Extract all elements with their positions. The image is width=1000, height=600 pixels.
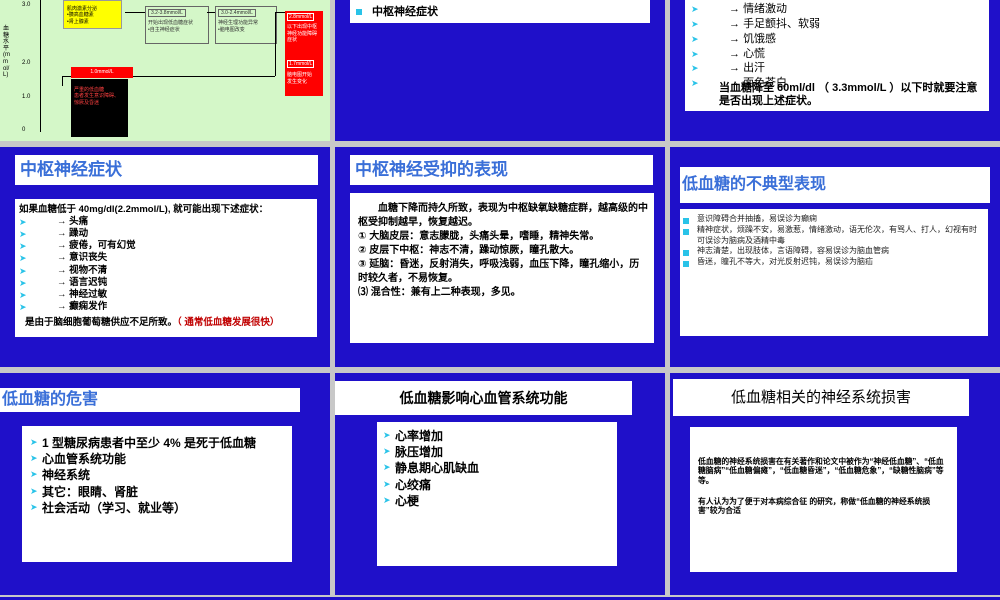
symptom-item: → 疲倦，可有幻觉 bbox=[19, 240, 317, 253]
red-text: 脑电图开始 bbox=[287, 72, 313, 79]
cause-note: 是由于脑细胞葡萄糖供应不足所致。（ 通常低血糖发展很快） bbox=[25, 317, 280, 329]
slide-title: 低血糖的不典型表现 bbox=[680, 167, 990, 203]
symptom-item: → 情绪激动 bbox=[691, 2, 989, 17]
red-text: 神经功能障碍 bbox=[287, 30, 318, 37]
stage-range: 3.0-2.4mmol/L bbox=[218, 9, 256, 18]
stage-box-autonomic: 3.2-3.8mmol/L 开始出现低血糖症状 •自主神经症状 bbox=[145, 6, 209, 44]
symptom-item: → 心慌 bbox=[691, 47, 989, 62]
symptom-item: → 饥饿感 bbox=[691, 32, 989, 47]
connector-line bbox=[207, 12, 215, 13]
cardio-item: 静息期心肌缺血 bbox=[383, 460, 617, 476]
cardio-item: 心率增加 bbox=[383, 428, 617, 444]
connector-line bbox=[275, 12, 276, 76]
harm-item: 社会活动（学习、就业等） bbox=[30, 500, 292, 516]
paragraph: ② 皮层下中枢：神志不清，躁动惊厥，瞳孔散大。 bbox=[358, 245, 580, 256]
red-range: 1.7mmol/L bbox=[287, 60, 315, 69]
cardio-item: 心绞痛 bbox=[383, 477, 617, 493]
content-box: → 情绪激动 → 手足颤抖、软弱 → 饥饿感 → 心慌 → 出汗 → 面色苍白 … bbox=[685, 0, 989, 111]
paragraph: 低血糖的神经系统损害在有关著作和论文中被作为“神经低血糖”、“低血糖脑病”“低血… bbox=[698, 457, 944, 485]
content-box: 如果血糖低于 40mg/dl(2.2mmol/L), 就可能出现下述症状： → … bbox=[15, 199, 317, 337]
hormone-box: 肌肉激素分泌 •胰高血糖素 •肾上腺素 bbox=[63, 0, 122, 29]
harm-item: 1 型糖尿病患者中至少 4% 是死于低血糖 bbox=[30, 435, 292, 451]
slide-3-thumbnail[interactable]: → 情绪激动 → 手足颤抖、软弱 → 饥饿感 → 心慌 → 出汗 → 面色苍白 … bbox=[670, 0, 1000, 141]
y-tick-1: 1.0 bbox=[22, 94, 31, 100]
content-box: 血糖下降而持久所致，表现为中枢缺氧缺糖症群，越高级的中枢受抑制越早，恢复越迟。 … bbox=[350, 193, 654, 343]
symptom-item: → 视物不清 bbox=[19, 265, 317, 278]
symptom-item: → 意识丧失 bbox=[19, 252, 317, 265]
bullet-item: 中枢神经症状 bbox=[356, 5, 650, 20]
content-box: 意识障碍合并抽搐，易误诊为癫痫 精神症状，烦躁不安，易激惹，情绪激动，语无伦次，… bbox=[680, 209, 988, 336]
y-tick-3: 3.0 bbox=[22, 2, 31, 8]
connector-line bbox=[275, 12, 285, 13]
symptom-item: → 神经过敏 bbox=[19, 289, 317, 302]
slide-title: 中枢神经受抑的表现 bbox=[350, 155, 653, 185]
y-axis-line bbox=[40, 0, 41, 132]
stage-text: 神经生理功能异常 bbox=[218, 20, 259, 27]
slide-title: 低血糖影响心血管系统功能 bbox=[335, 381, 632, 415]
slide-7-thumbnail[interactable]: 低血糖的危害 1 型糖尿病患者中至少 4% 是死于低血糖 心血管系统功能 神经系… bbox=[0, 373, 330, 595]
severe-text: 惊厥及昏迷 bbox=[74, 99, 100, 106]
stage-text: •脑电图改变 bbox=[218, 26, 245, 33]
hormone-line: •肾上腺素 bbox=[67, 18, 89, 25]
paragraph: ① 大脑皮层：意志朦胧，头痛头晕，嗜睡，精神失常。 bbox=[358, 231, 600, 242]
red-box-eeg-change: 1.7mmol/L 脑电图开始 发生变化 bbox=[285, 58, 323, 96]
content-box: 中枢神经症状 bbox=[350, 0, 650, 23]
hormone-line: •胰高血糖素 bbox=[67, 12, 94, 19]
black-box-title: 1.0mmol/L bbox=[71, 67, 133, 78]
paragraph: 有人认为为了便于对本病综合征 的研究，称做“低血糖的神经系统损害”较为合适 bbox=[698, 497, 931, 516]
y-tick-0: 0 bbox=[22, 127, 26, 133]
symptom-item: → 躁动 bbox=[19, 228, 317, 241]
slide-4-thumbnail[interactable]: 中枢神经症状 如果血糖低于 40mg/dl(2.2mmol/L), 就可能出现下… bbox=[0, 147, 330, 367]
red-range: 2.8mmol/L bbox=[287, 13, 315, 22]
harm-item: 其它：眼睛、肾脏 bbox=[30, 484, 292, 500]
content-box: 心率增加 脉压增加 静息期心肌缺血 心绞痛 心梗 bbox=[377, 422, 617, 566]
threshold-note: 当血糖降至 60ml/dl （ 3.3mmol/L ）以下时就要注意是否出现上述… bbox=[719, 82, 978, 107]
red-box-cns: 2.8mmol/L 以下出现中枢 神经功能障碍 症状 bbox=[285, 11, 323, 58]
slide-1-thumbnail[interactable]: 血糖水平(mmol/L) 3.0 2.0 1.0 0 肌肉激素分泌 •胰高血糖素… bbox=[0, 0, 330, 141]
red-text: 以下出现中枢 bbox=[287, 24, 318, 31]
slide-9-thumbnail[interactable]: 低血糖相关的神经系统损害 低血糖的神经系统损害在有关著作和论文中被作为“神经低血… bbox=[670, 373, 1000, 595]
slide-title: 低血糖的危害 bbox=[0, 388, 300, 412]
slide-title: 中枢神经症状 bbox=[15, 155, 318, 185]
slide-6-thumbnail[interactable]: 低血糖的不典型表现 意识障碍合并抽搐，易误诊为癫痫 精神症状，烦躁不安，易激惹，… bbox=[670, 147, 1000, 367]
severe-text: 患者发生意识障碍、 bbox=[74, 93, 120, 100]
cardio-item: 脉压增加 bbox=[383, 444, 617, 460]
harm-item: 神经系统 bbox=[30, 467, 292, 483]
content-box: 1 型糖尿病患者中至少 4% 是死于低血糖 心血管系统功能 神经系统 其它：眼睛… bbox=[22, 426, 292, 562]
y-axis-label: 血糖水平(mmol/L) bbox=[3, 26, 10, 79]
symptom-item: → 手足颤抖、软弱 bbox=[691, 17, 989, 32]
slide-title: 低血糖相关的神经系统损害 bbox=[673, 379, 969, 416]
red-text: 症状 bbox=[287, 36, 298, 43]
atypical-item: 精神症状，烦躁不安，易激惹，情绪激动，语无伦次，有骂人、打人，幻视有时可误诊为脑… bbox=[683, 225, 982, 247]
cardio-item: 心梗 bbox=[383, 493, 617, 509]
paragraph: ⑶ 混合性：兼有上二种表现，多见。 bbox=[358, 287, 521, 298]
atypical-item: 昏迷，瞳孔不等大，对光反射迟钝，易误诊为脑疝 bbox=[683, 257, 982, 268]
symptom-item: → 癫痫发作 bbox=[19, 301, 317, 314]
y-tick-2: 2.0 bbox=[22, 60, 31, 66]
slide-8-thumbnail[interactable]: 低血糖影响心血管系统功能 心率增加 脉压增加 静息期心肌缺血 心绞痛 心梗 bbox=[335, 373, 665, 595]
content-box: 低血糖的神经系统损害在有关著作和论文中被作为“神经低血糖”、“低血糖脑病”“低血… bbox=[690, 427, 957, 572]
stage-range: 3.2-3.8mmol/L bbox=[148, 9, 186, 18]
symptom-item: → 出汗 bbox=[691, 61, 989, 76]
harm-item: 心血管系统功能 bbox=[30, 451, 292, 467]
intro-text: 如果血糖低于 40mg/dl(2.2mmol/L), 就可能出现下述症状： bbox=[19, 204, 269, 215]
stage-box-eeg: 3.0-2.4mmol/L 神经生理功能异常 •脑电图改变 bbox=[215, 6, 277, 44]
slide-5-thumbnail[interactable]: 中枢神经受抑的表现 血糖下降而持久所致，表现为中枢缺氧缺糖症群，越高级的中枢受抑… bbox=[335, 147, 665, 367]
stage-text: 开始出现低血糖症状 bbox=[148, 20, 194, 27]
slide-2-thumbnail[interactable]: 中枢神经症状 bbox=[335, 0, 665, 141]
paragraph: 血糖下降而持久所致，表现为中枢缺氧缺糖症群，越高级的中枢受抑制越早，恢复越迟。 bbox=[358, 203, 648, 228]
symptom-item: → 头痛 bbox=[19, 216, 317, 229]
symptom-item: → 语言迟钝 bbox=[19, 277, 317, 290]
black-box-severe: 1.0mmol/L 严重的低血糖 患者发生意识障碍、 惊厥及昏迷 bbox=[71, 67, 133, 137]
atypical-item: 意识障碍合并抽搐，易误诊为癫痫 bbox=[683, 214, 982, 225]
connector-line bbox=[62, 76, 63, 86]
atypical-item: 神志清楚，出现肢体，言语障碍，容易误诊为脑血管病 bbox=[683, 246, 982, 257]
connector-line bbox=[125, 12, 145, 13]
stage-text: •自主神经症状 bbox=[148, 26, 180, 33]
paragraph: ③ 延脑：昏迷，反射消失，呼吸浅弱，血压下降，瞳孔缩小，历时较久者，不易恢复。 bbox=[358, 259, 640, 284]
red-text: 发生变化 bbox=[287, 78, 308, 85]
